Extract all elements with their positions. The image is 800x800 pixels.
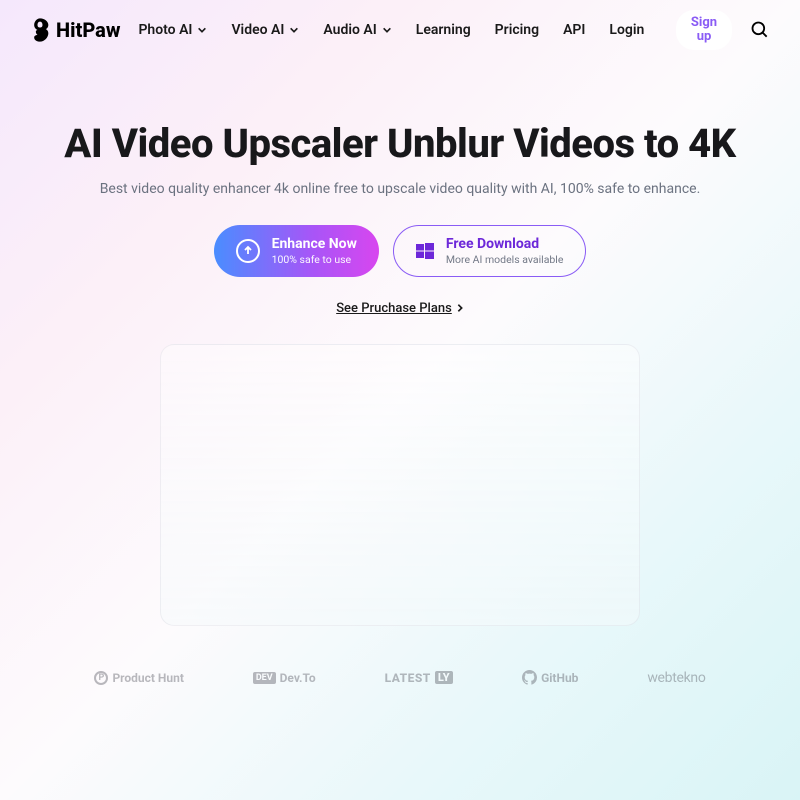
button-title: Enhance Now	[272, 236, 357, 253]
button-title: Free Download	[446, 236, 564, 253]
page-subtitle: Best video quality enhancer 4k online fr…	[40, 181, 760, 197]
page-title: AI Video Upscaler Unblur Videos to 4K	[40, 120, 760, 167]
upload-icon	[236, 239, 260, 263]
free-download-button[interactable]: Free Download More AI models available	[393, 225, 587, 277]
chevron-down-icon	[197, 25, 207, 35]
enhance-now-button[interactable]: Enhance Now 100% safe to use	[214, 225, 379, 277]
signup-button[interactable]: Sign up	[676, 10, 732, 51]
nav-api[interactable]: API	[563, 22, 585, 38]
cta-row: Enhance Now 100% safe to use Free Downlo…	[40, 225, 760, 277]
brand-name: HitPaw	[56, 18, 120, 42]
chevron-down-icon	[289, 25, 299, 35]
press-dev-to: DEV Dev.To	[253, 671, 316, 685]
logo[interactable]: HitPaw	[30, 18, 120, 42]
chevron-right-icon	[456, 303, 464, 313]
nav-photo-ai[interactable]: Photo AI	[138, 22, 207, 38]
press-label: GitHub	[541, 671, 578, 685]
nav-label: API	[563, 22, 585, 38]
right-nav: Sign up	[676, 10, 770, 51]
dev-to-icon: DEV	[253, 672, 276, 684]
nav-label: Video AI	[231, 22, 284, 38]
button-subtitle: 100% safe to use	[272, 253, 357, 266]
nav-label: Pricing	[495, 22, 539, 38]
nav-label: Photo AI	[138, 22, 192, 38]
product-hunt-icon: P	[94, 671, 108, 685]
press-product-hunt: P Product Hunt	[94, 671, 183, 685]
press-github: GitHub	[522, 670, 578, 685]
video-preview-placeholder[interactable]	[160, 344, 640, 626]
chevron-down-icon	[382, 25, 392, 35]
nav-label: Login	[609, 22, 644, 38]
logo-icon	[30, 18, 50, 42]
purchase-plans-link[interactable]: See Pruchase Plans	[336, 301, 464, 316]
top-nav: HitPaw Photo AI Video AI Audio AI Learni…	[0, 0, 800, 60]
press-latestly: LATEST LY	[385, 671, 454, 685]
button-text: Free Download More AI models available	[446, 236, 564, 266]
press-label: Dev.To	[280, 671, 316, 685]
button-text: Enhance Now 100% safe to use	[272, 236, 357, 266]
main-nav: Photo AI Video AI Audio AI Learning Pric…	[138, 22, 676, 38]
button-subtitle: More AI models available	[446, 253, 564, 266]
windows-icon	[416, 242, 434, 260]
hero: AI Video Upscaler Unblur Videos to 4K Be…	[0, 60, 800, 626]
nav-label: Audio AI	[323, 22, 376, 38]
press-label: Product Hunt	[112, 671, 183, 685]
press-label: LATEST	[385, 671, 431, 685]
link-label: See Pruchase Plans	[336, 301, 452, 316]
github-icon	[522, 670, 537, 685]
nav-audio-ai[interactable]: Audio AI	[323, 22, 391, 38]
nav-login[interactable]: Login	[609, 22, 644, 38]
press-logos: P Product Hunt DEV Dev.To LATEST LY GitHu…	[0, 626, 800, 686]
press-webtekno: webtekno	[647, 670, 705, 686]
nav-video-ai[interactable]: Video AI	[231, 22, 299, 38]
press-label: webtekno	[647, 670, 705, 686]
latestly-suffix: LY	[435, 671, 453, 684]
nav-pricing[interactable]: Pricing	[495, 22, 539, 38]
nav-learning[interactable]: Learning	[416, 22, 471, 38]
search-icon[interactable]	[750, 20, 770, 40]
nav-label: Learning	[416, 22, 471, 38]
